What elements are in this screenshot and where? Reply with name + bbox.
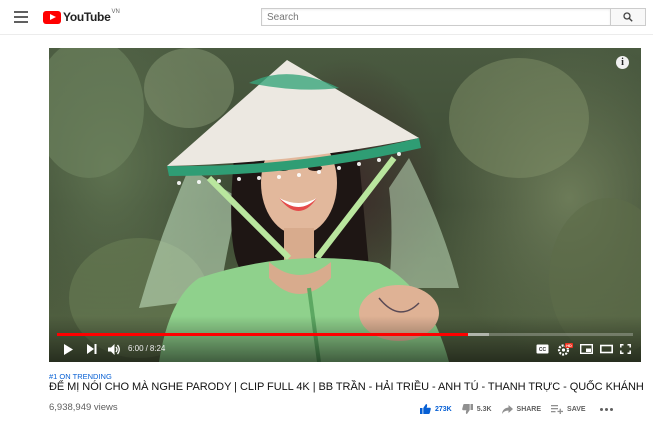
share-label: SHARE <box>516 405 542 413</box>
duration: 8:24 <box>149 344 166 353</box>
logo-text: YouTube <box>63 10 111 24</box>
fullscreen-button[interactable] <box>620 343 631 355</box>
video-actions: 273K 5.3K SHARE SAVE <box>420 402 615 416</box>
dislike-button[interactable]: 5.3K <box>461 404 492 414</box>
time-display: 6:00/8:24 <box>128 343 165 355</box>
save-button[interactable]: SAVE <box>551 404 586 414</box>
time-separator: / <box>145 344 148 353</box>
masthead: YouTube VN <box>0 0 653 35</box>
progress-bar[interactable] <box>57 333 633 336</box>
next-icon <box>87 344 97 354</box>
search-bar <box>261 8 646 26</box>
video-frame <box>49 48 641 362</box>
more-actions-icon[interactable] <box>599 407 615 411</box>
current-time: 6:00 <box>128 344 144 353</box>
hd-badge: HD <box>566 344 572 348</box>
captions-icon: CC <box>536 344 549 354</box>
volume-button[interactable] <box>108 343 121 355</box>
youtube-logo[interactable]: YouTube VN <box>43 9 120 25</box>
svg-text:CC: CC <box>539 347 547 353</box>
logo-region: VN <box>111 9 120 15</box>
search-input[interactable] <box>261 8 610 26</box>
settings-icon: HD <box>557 342 573 356</box>
search-button[interactable] <box>610 8 646 26</box>
like-button[interactable]: 273K <box>420 404 452 414</box>
like-count: 273K <box>435 405 452 413</box>
view-count: 6,938,949 views <box>49 402 118 413</box>
playlist-add-icon <box>551 404 564 414</box>
video-title: ĐỂ MỊ NÓI CHO MÀ NGHE PARODY | CLIP FULL… <box>49 381 644 393</box>
controls-gradient <box>49 316 641 362</box>
menu-icon[interactable] <box>14 11 28 23</box>
info-icon[interactable]: i <box>616 56 629 69</box>
share-icon <box>501 404 513 414</box>
trending-link[interactable]: #1 ON TRENDING <box>49 372 112 381</box>
dislike-count: 5.3K <box>476 405 492 413</box>
share-button[interactable]: SHARE <box>501 404 542 414</box>
theater-icon <box>600 344 613 354</box>
settings-button[interactable]: HD <box>557 342 573 356</box>
miniplayer-icon <box>580 344 593 354</box>
thumbs-down-icon <box>461 404 473 414</box>
theater-button[interactable] <box>600 343 613 355</box>
next-button[interactable] <box>87 343 97 355</box>
video-player[interactable]: i 6:00/8:24 CC HD <box>49 48 641 362</box>
volume-icon <box>108 343 120 355</box>
play-button[interactable] <box>63 343 73 355</box>
youtube-logo-icon <box>43 10 61 24</box>
play-icon <box>64 343 73 355</box>
captions-button[interactable]: CC <box>536 343 549 355</box>
search-icon <box>623 12 633 22</box>
save-label: SAVE <box>567 405 586 413</box>
thumbs-up-icon <box>420 404 431 414</box>
fullscreen-icon <box>620 344 631 354</box>
miniplayer-button[interactable] <box>580 343 593 355</box>
progress-played <box>57 333 469 336</box>
